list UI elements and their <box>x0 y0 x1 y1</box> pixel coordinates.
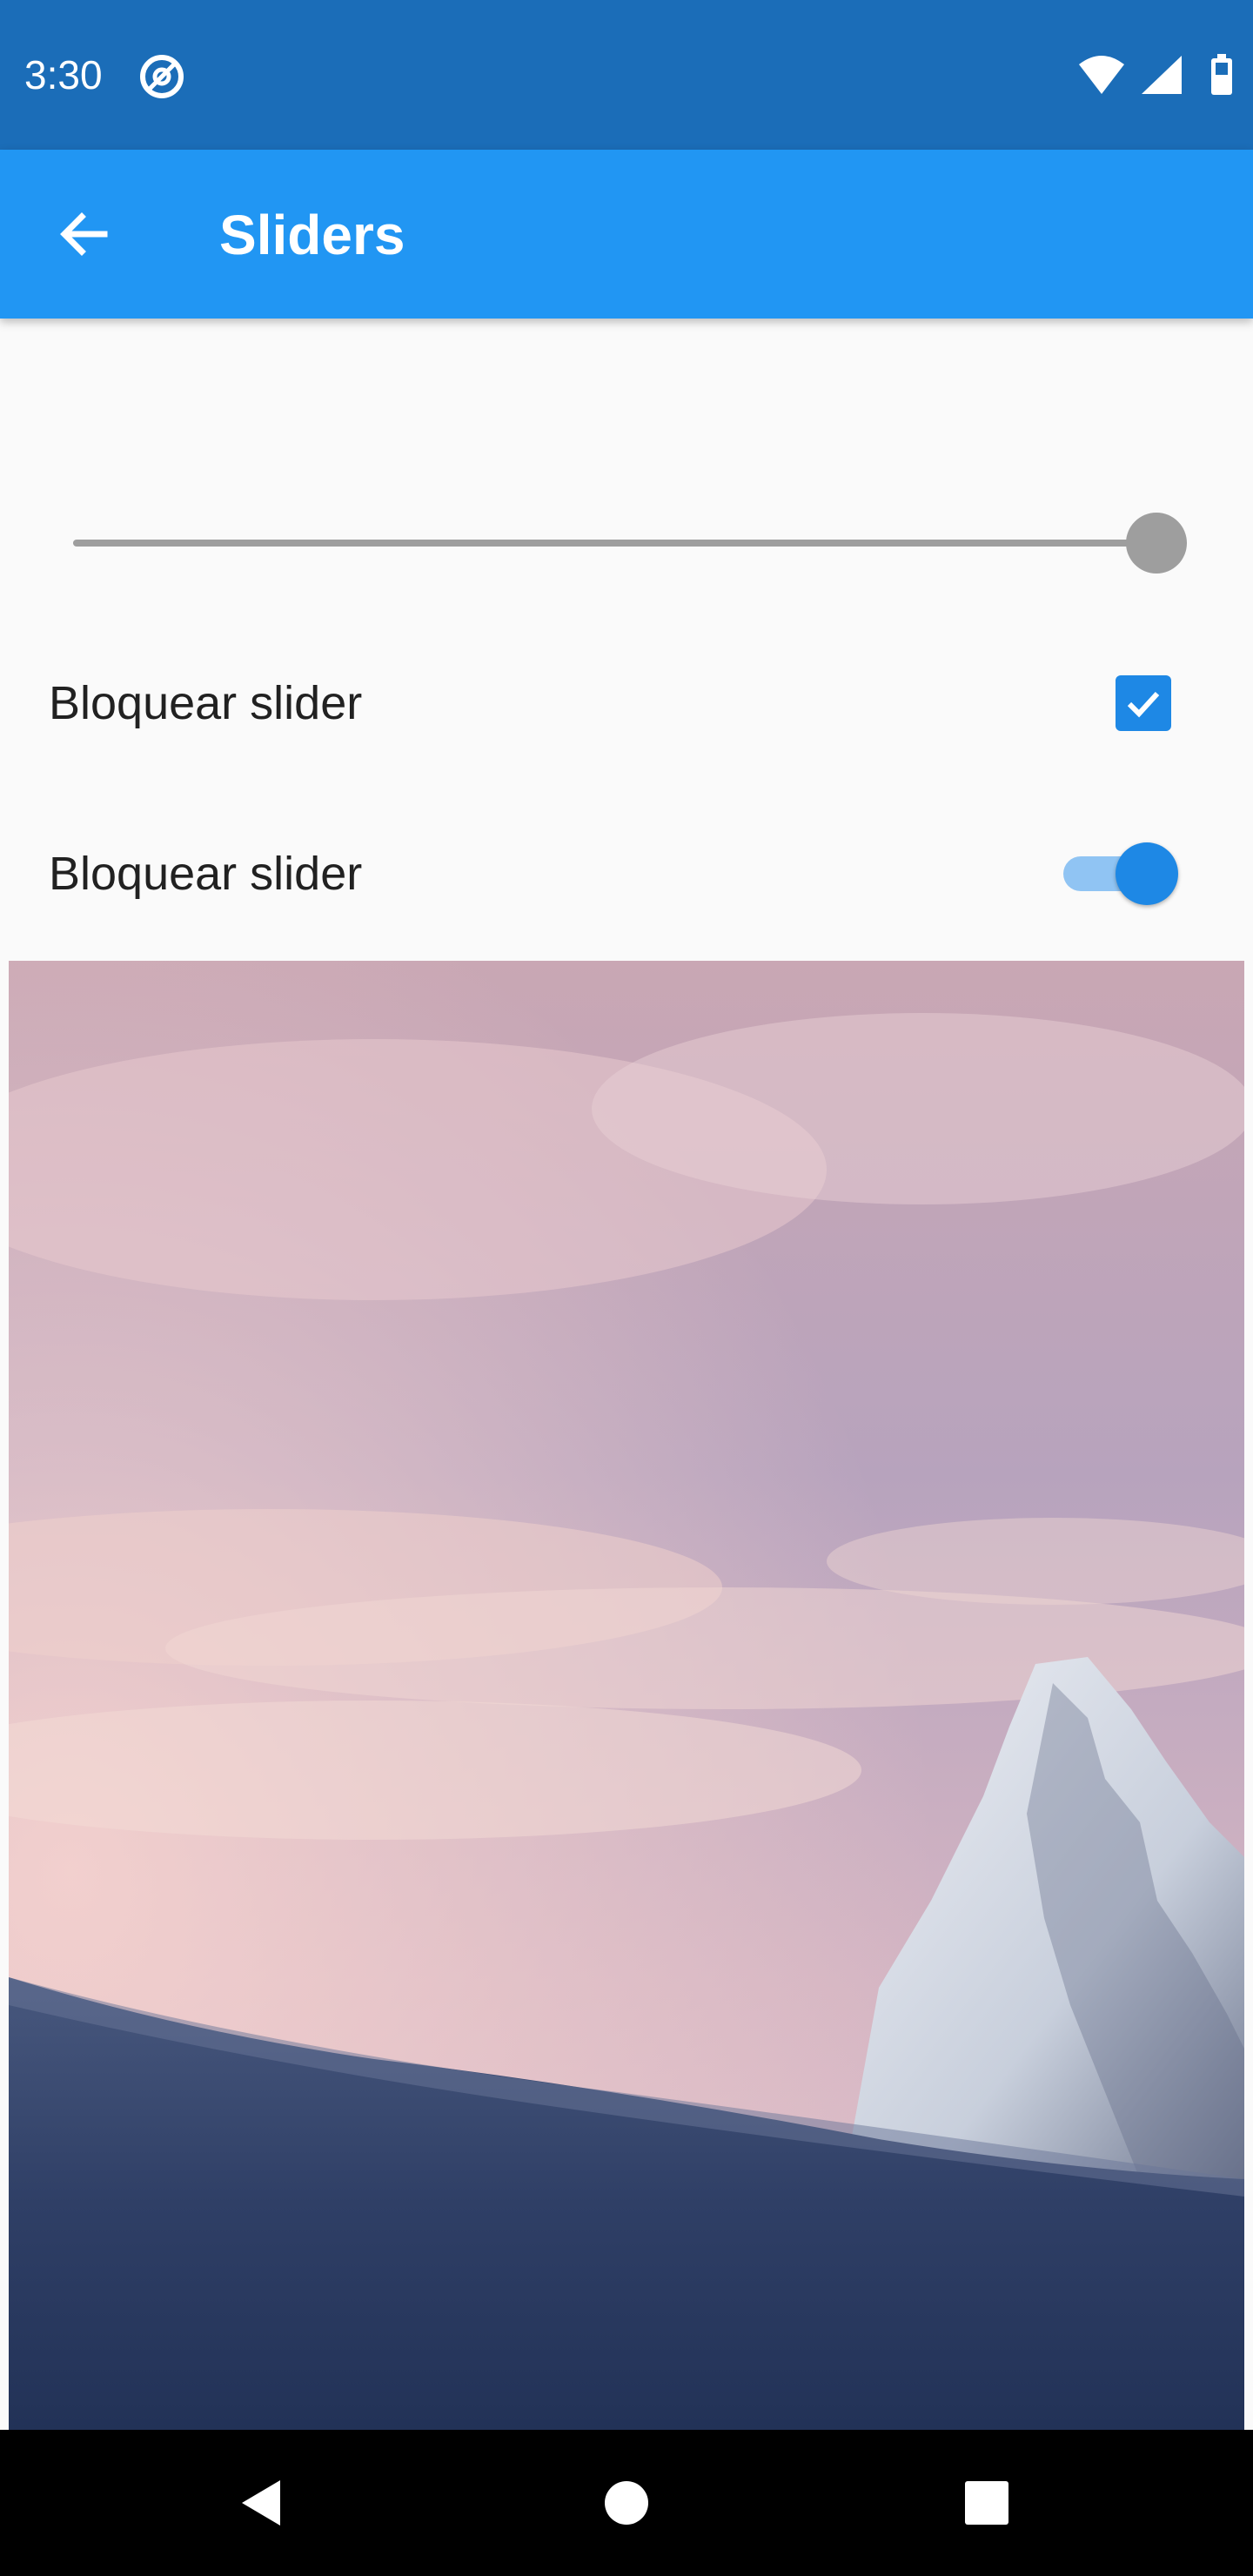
wifi-icon <box>1079 56 1124 94</box>
size-slider[interactable] <box>73 501 1187 585</box>
slider-active-track <box>73 540 1156 547</box>
status-time: 3:30 <box>24 52 103 97</box>
switch-thumb <box>1116 842 1178 905</box>
back-triangle-icon <box>242 2480 280 2526</box>
battery-icon <box>1211 54 1232 95</box>
status-bar: 3:30 <box>0 0 1253 150</box>
lock-slider-switch[interactable] <box>1063 842 1178 905</box>
slider-thumb[interactable] <box>1126 513 1187 574</box>
lock-slider-checkbox[interactable] <box>1116 675 1171 731</box>
at-sign-icon <box>140 55 184 98</box>
recents-square-icon <box>965 2481 1008 2525</box>
page-title: Sliders <box>219 204 405 266</box>
arrow-back-icon <box>60 212 108 256</box>
nav-back-button[interactable] <box>212 2454 310 2552</box>
check-icon <box>1127 691 1160 718</box>
nav-home-button[interactable] <box>578 2454 675 2552</box>
checkbox-row[interactable]: Bloquear slider <box>0 618 1253 788</box>
switch-label: Bloquear slider <box>49 848 363 900</box>
signal-icon <box>1142 56 1182 94</box>
system-nav-bar <box>0 2430 1253 2576</box>
mountain-landscape-image <box>9 961 1244 2430</box>
checkbox-label: Bloquear slider <box>49 677 363 729</box>
nav-recents-button[interactable] <box>938 2454 1035 2552</box>
back-button[interactable] <box>44 194 124 274</box>
home-circle-icon <box>605 2481 648 2525</box>
app-bar: Sliders <box>0 150 1253 319</box>
